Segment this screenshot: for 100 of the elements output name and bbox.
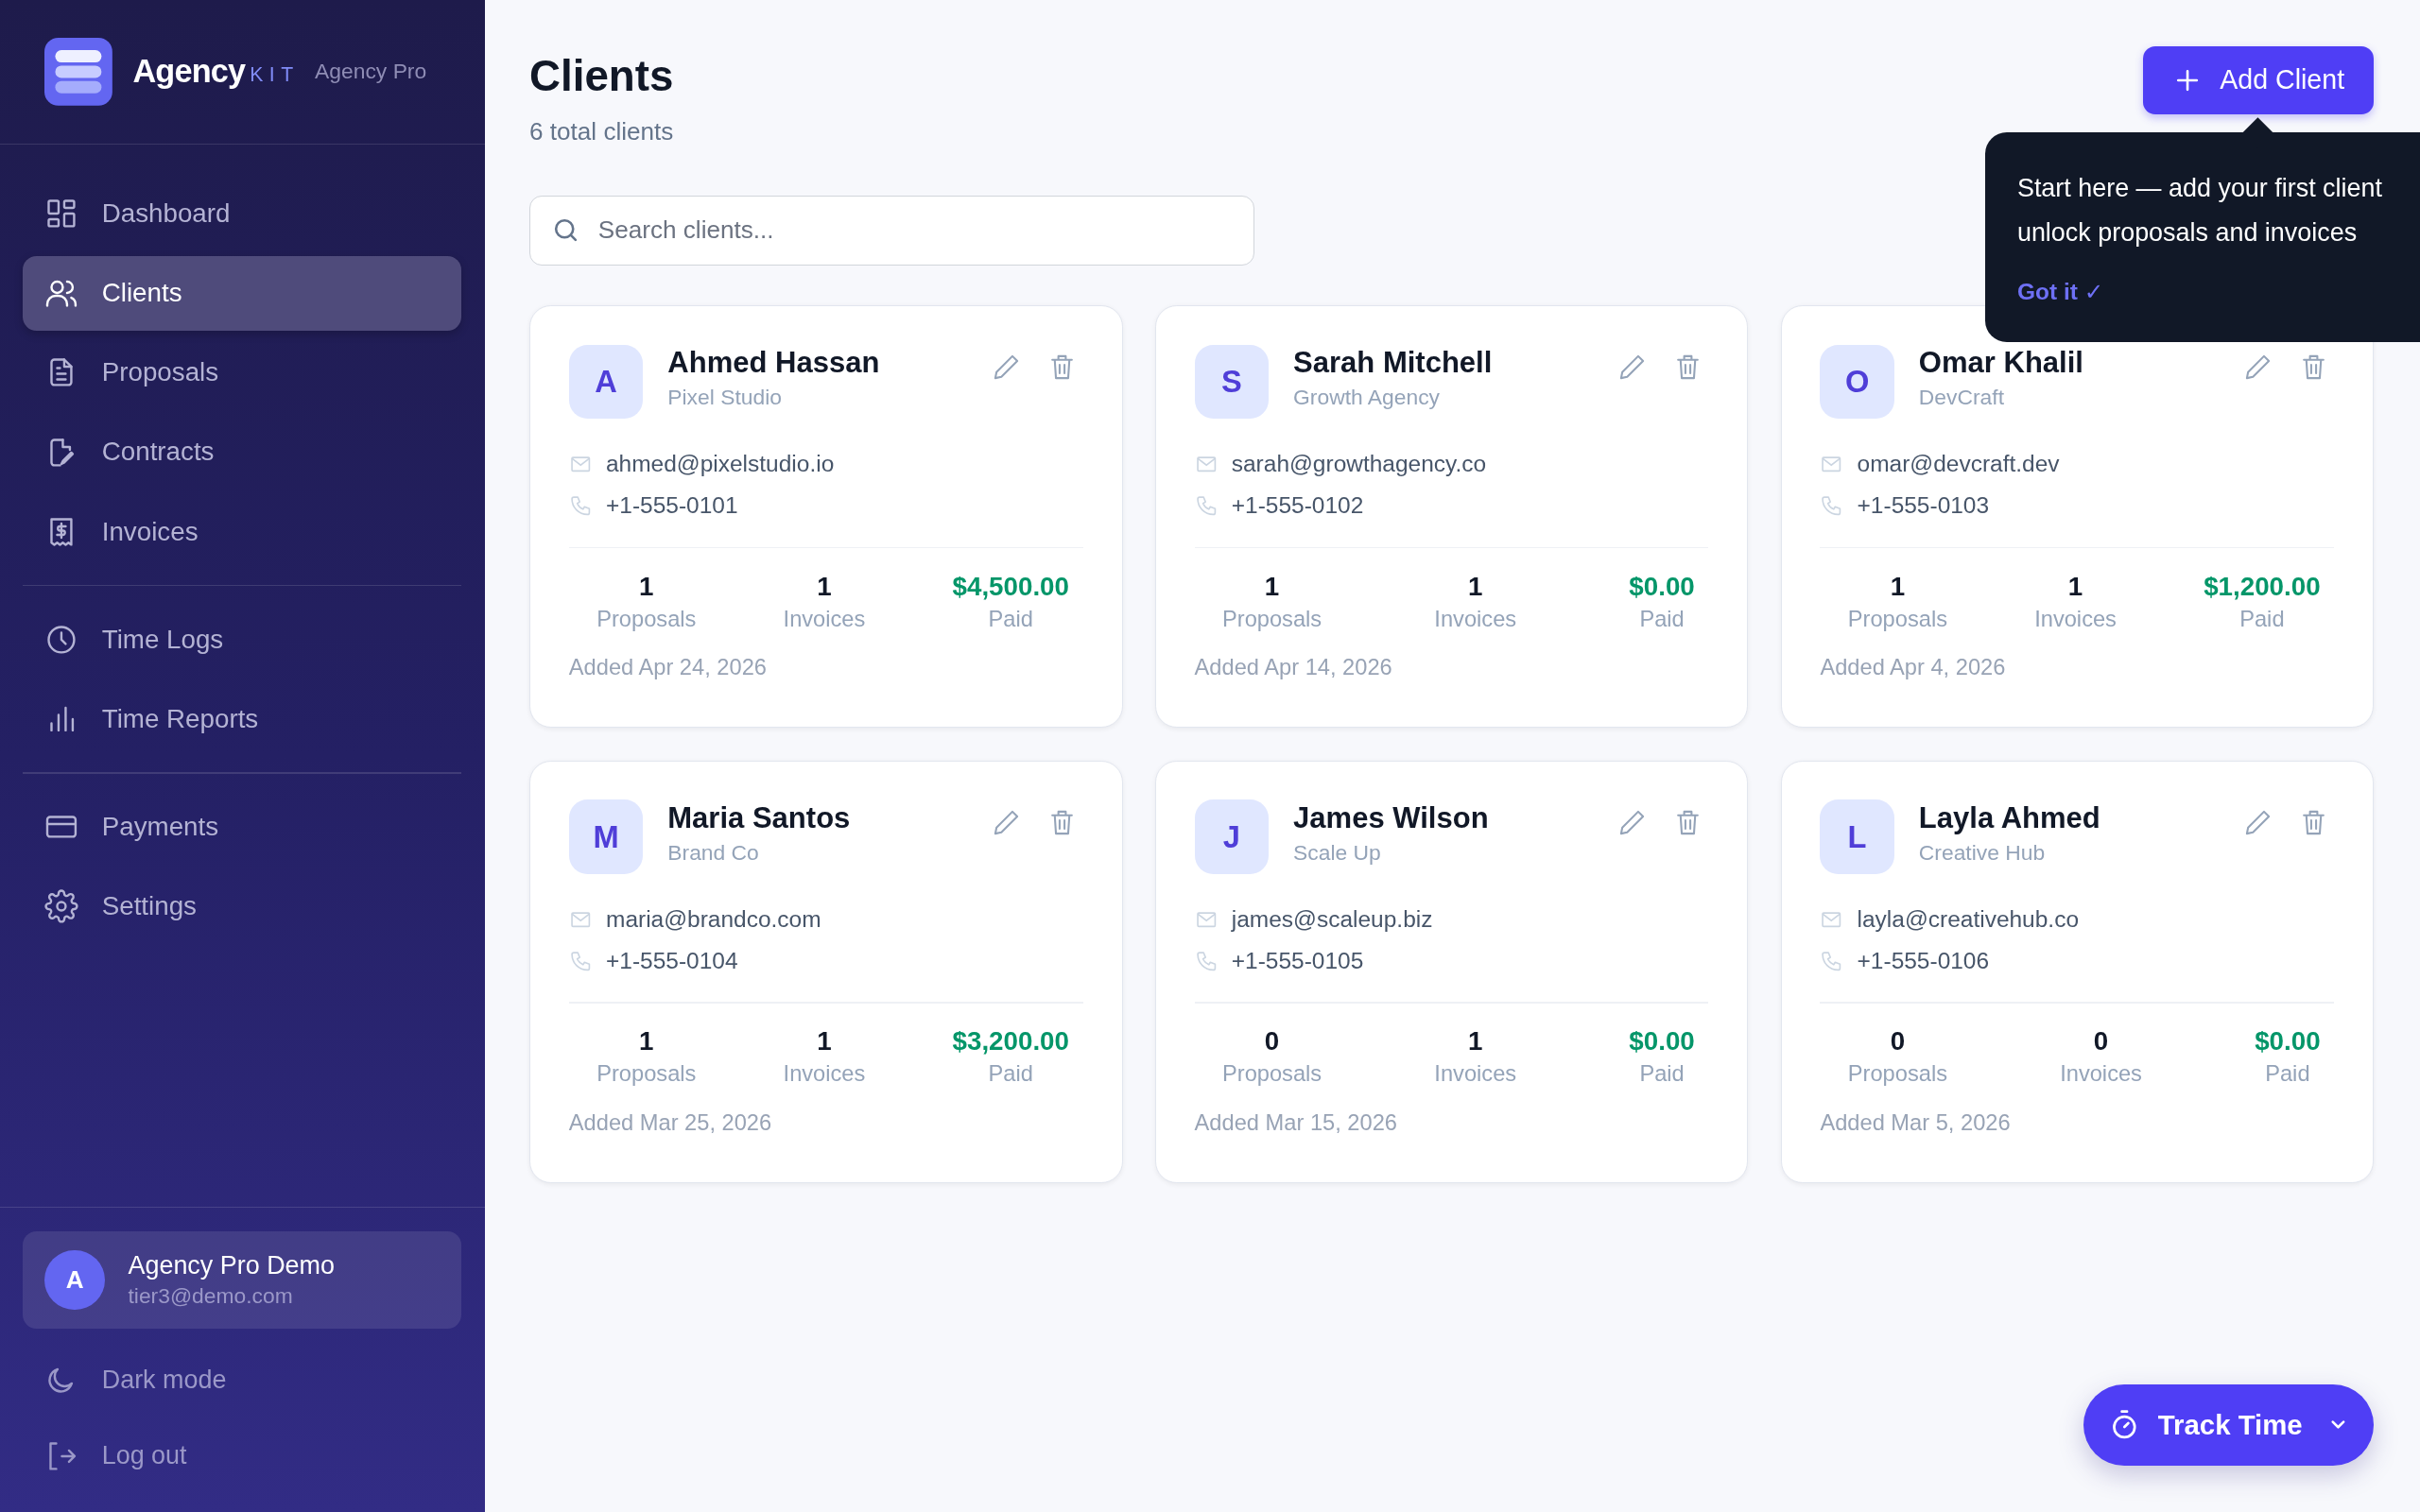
stat-value: $3,200.00 bbox=[952, 1026, 1069, 1057]
user-email: tier3@demo.com bbox=[128, 1282, 294, 1309]
brand-suffix: KIT bbox=[250, 63, 300, 87]
stat-value: $4,500.00 bbox=[952, 571, 1069, 602]
phone-icon bbox=[1194, 494, 1219, 518]
search-field[interactable]: Search clients... bbox=[529, 196, 1255, 266]
client-phone: +1-555-0101 bbox=[606, 492, 738, 520]
nav-item[interactable]: Time Logs bbox=[23, 602, 462, 677]
stat-value: 0 bbox=[1890, 1026, 1906, 1057]
tooltip-text: Start here — add your first client unlock proposals and invoices bbox=[2016, 173, 2383, 249]
stat-value: 1 bbox=[817, 571, 832, 602]
stat-label: Paid bbox=[988, 606, 1033, 632]
stat-value: $0.00 bbox=[2255, 1026, 2321, 1057]
nav-item[interactable]: Proposals bbox=[23, 335, 462, 410]
stat-label: Invoices bbox=[2060, 1061, 2142, 1088]
stat-value: $0.00 bbox=[1629, 571, 1695, 602]
client-phone: +1-555-0103 bbox=[1857, 492, 1990, 520]
client-phone: +1-555-0104 bbox=[606, 947, 738, 974]
stat-value: 1 bbox=[1468, 571, 1483, 602]
sidebar-action[interactable]: Dark mode bbox=[23, 1342, 462, 1418]
stat-value: $1,200.00 bbox=[2204, 571, 2321, 602]
stat-label: Paid bbox=[2265, 1061, 2310, 1088]
client-email: sarah@growthagency.co bbox=[1231, 451, 1487, 478]
stat-value: 1 bbox=[2067, 571, 2083, 602]
client-avatar: O bbox=[1820, 344, 1894, 420]
user-name: Agency Pro Demo bbox=[128, 1250, 335, 1280]
got-it-link[interactable]: Got it ✓ bbox=[2016, 277, 2104, 305]
client-phone: +1-555-0105 bbox=[1231, 947, 1364, 974]
company-name: Creative Hub bbox=[1918, 839, 2047, 866]
company-name: Pixel Studio bbox=[667, 385, 783, 411]
nav-item[interactable]: Settings bbox=[23, 868, 462, 944]
phone-icon bbox=[1820, 949, 1843, 973]
client-phone: +1-555-0102 bbox=[1231, 492, 1364, 520]
stat-label: Proposals bbox=[596, 1061, 697, 1088]
stat-label: Invoices bbox=[783, 1061, 866, 1088]
client-name: James Wilson bbox=[1293, 801, 1490, 835]
stat-label: Paid bbox=[1639, 606, 1685, 632]
page-title: Clients bbox=[529, 52, 674, 102]
stat-label: Invoices bbox=[1434, 1061, 1517, 1088]
user-card[interactable]: A Agency Pro Demo tier3@demo.com bbox=[23, 1230, 462, 1329]
track-time-button[interactable]: Track Time bbox=[2083, 1383, 2375, 1467]
client-email: ahmed@pixelstudio.io bbox=[606, 451, 835, 478]
stat-label: Invoices bbox=[783, 606, 866, 632]
client-avatar: S bbox=[1194, 344, 1269, 420]
stat-label: Proposals bbox=[1221, 1061, 1322, 1088]
added-date: Added Apr 24, 2026 bbox=[568, 655, 768, 681]
brand-name: Agency bbox=[132, 53, 246, 91]
client-name: Maria Santos bbox=[667, 801, 852, 835]
stat-value: 1 bbox=[817, 1026, 832, 1057]
sidebar-action[interactable]: Log out bbox=[23, 1418, 462, 1494]
stat-label: Paid bbox=[2239, 606, 2285, 632]
client-name: Sarah Mitchell bbox=[1293, 346, 1494, 381]
stat-label: Proposals bbox=[1221, 606, 1322, 632]
client-count: 6 total clients bbox=[529, 116, 674, 146]
stat-value: $0.00 bbox=[1629, 1026, 1695, 1057]
stat-label: Proposals bbox=[1847, 606, 1947, 632]
client-name: Ahmed Hassan bbox=[667, 346, 881, 381]
added-date: Added Mar 25, 2026 bbox=[568, 1109, 773, 1136]
add-client-button[interactable]: Add Client bbox=[2142, 45, 2375, 114]
stat-label: Proposals bbox=[1847, 1061, 1947, 1088]
stat-value: 0 bbox=[1264, 1026, 1280, 1057]
phone-icon bbox=[568, 949, 593, 973]
client-name: Layla Ahmed bbox=[1918, 801, 2101, 835]
client-avatar: M bbox=[568, 799, 644, 874]
plus-icon bbox=[2174, 67, 2201, 93]
client-avatar: J bbox=[1194, 799, 1269, 874]
plan-label: Agency Pro bbox=[315, 59, 427, 85]
stat-value: 1 bbox=[1468, 1026, 1483, 1057]
nav-item[interactable]: Contracts bbox=[23, 415, 462, 490]
logo-icon bbox=[44, 38, 113, 106]
phone-icon bbox=[568, 494, 593, 518]
phone-icon bbox=[1194, 949, 1219, 973]
stat-label: Paid bbox=[1639, 1061, 1685, 1088]
client-avatar: L bbox=[1820, 799, 1894, 874]
added-date: Added Mar 5, 2026 bbox=[1820, 1109, 2012, 1136]
user-avatar: A bbox=[44, 1249, 105, 1311]
nav-item[interactable]: Payments bbox=[23, 789, 462, 865]
stat-label: Proposals bbox=[596, 606, 697, 632]
client-email: layla@creativehub.co bbox=[1857, 905, 2080, 933]
stat-label: Invoices bbox=[1434, 606, 1517, 632]
client-avatar: A bbox=[568, 344, 644, 420]
client-email: james@scaleup.biz bbox=[1231, 905, 1433, 933]
client-phone: +1-555-0106 bbox=[1857, 947, 1990, 974]
stat-value: 1 bbox=[639, 1026, 654, 1057]
added-date: Added Apr 4, 2026 bbox=[1820, 655, 2007, 681]
client-name: Omar Khalil bbox=[1918, 346, 2084, 381]
stat-value: 1 bbox=[1264, 571, 1280, 602]
company-name: Brand Co bbox=[667, 839, 760, 866]
added-date: Added Mar 15, 2026 bbox=[1194, 1109, 1398, 1136]
phone-icon bbox=[1820, 494, 1843, 518]
nav-item[interactable]: Time Reports bbox=[23, 681, 462, 756]
nav-item[interactable]: Invoices bbox=[23, 494, 462, 569]
stat-value: 0 bbox=[2093, 1026, 2109, 1057]
company-name: Growth Agency bbox=[1293, 385, 1441, 411]
stat-label: Invoices bbox=[2034, 606, 2117, 632]
added-date: Added Apr 14, 2026 bbox=[1194, 655, 1393, 681]
client-email: maria@brandco.com bbox=[606, 905, 821, 933]
settings-icon bbox=[44, 889, 79, 924]
nav-item[interactable]: Dashboard bbox=[23, 177, 462, 251]
nav-item[interactable]: Clients bbox=[23, 256, 462, 331]
